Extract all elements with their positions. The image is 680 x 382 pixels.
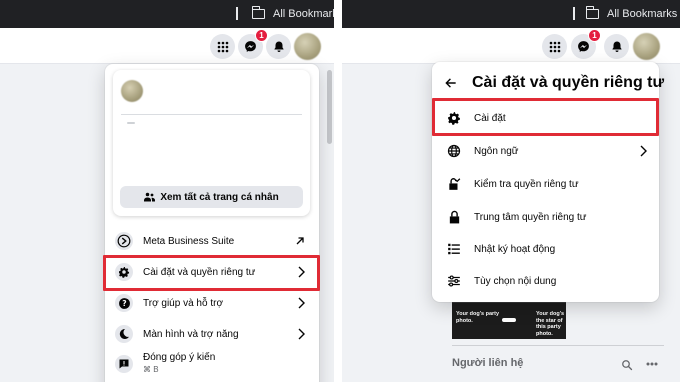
activity-log-icon [444,239,464,259]
menu-item-label: Trợ giúp và hỗ trợ [143,297,223,309]
menu-button[interactable] [210,34,235,59]
menu-button[interactable] [542,34,567,59]
promo-card[interactable]: Your dog's party photo. Your dog's the s… [452,303,566,339]
help-icon: ? [115,294,133,312]
bookmarks-separator [236,7,238,20]
menu-item-language[interactable]: Ngôn ngữ [432,140,659,162]
menu-item-content-preferences[interactable]: Tùy chọn nội dung [432,270,659,292]
menu-item-label: Tùy chọn nội dung [474,275,557,287]
account-menu: Xem tất cả trang cá nhân Meta Business S… [105,64,319,382]
page-scrollbar[interactable] [327,70,332,144]
menu-item-label: Nhật ký hoạt động [474,243,556,255]
facebook-top-bar: 1 [0,28,334,64]
folder-icon [252,6,265,19]
highlight-box [432,98,659,136]
menu-grid-icon [217,41,228,52]
menu-item-display-accessibility[interactable]: Màn hình và trợ năng [105,324,319,344]
chevron-right-icon [298,328,305,340]
messenger-button[interactable]: 1 [238,29,268,59]
menu-item-activity-log[interactable]: Nhật ký hoạt động [432,238,659,260]
profile-card: Xem tất cả trang cá nhân [113,70,310,216]
menu-item-help-support[interactable]: ? Trợ giúp và hỗ trợ [105,293,319,313]
menu-item-label: Đóng góp ý kiến [143,352,216,363]
more-options-icon[interactable] [646,362,658,366]
all-bookmarks-button[interactable]: All Bookmarks [586,6,677,22]
lock-icon [444,207,464,227]
menu-item-meta-business-suite[interactable]: Meta Business Suite [105,231,319,251]
settings-privacy-header: Cài đặt và quyền riêng tư [444,74,664,92]
messenger-button[interactable]: 1 [571,29,601,59]
all-bookmarks-button[interactable]: All Bookmarks [252,6,334,22]
contacts-divider [452,345,664,346]
promo-text-left: Your dog's party photo. [456,311,500,324]
bookmarks-bar: All Bookmarks [342,0,680,28]
messenger-badge: 1 [255,29,268,42]
panel-divider [334,0,342,382]
moon-icon [115,325,133,343]
contacts-heading: Người liên hệ [452,357,524,369]
right-screenshot-panel: All Bookmarks 1 Your dog's party photo. … [342,0,680,382]
keyboard-shortcut: ⌘ B [143,365,159,374]
bell-icon [612,41,621,52]
chevron-right-icon [640,145,647,157]
feedback-icon [115,355,133,373]
bookmarks-bar: All Bookmarks [0,0,334,28]
all-bookmarks-label: All Bookmarks [607,8,678,20]
people-icon [144,192,156,202]
menu-grid-icon [549,41,560,52]
search-icon[interactable] [621,359,633,371]
facebook-top-bar: 1 [342,28,680,64]
svg-text:?: ? [122,299,126,308]
meta-business-suite-icon [115,232,133,250]
profile-card-placeholder [127,122,135,124]
notifications-button[interactable] [266,34,291,59]
menu-item-label: Trung tâm quyền riêng tư [474,211,587,223]
promo-button [502,318,516,322]
menu-item-label: Kiểm tra quyền riêng tư [474,178,579,190]
chevron-right-icon [298,297,305,309]
bell-icon [274,41,283,52]
promo-text-right: Your dog's the star of this party photo. [536,311,565,337]
sliders-icon [444,271,464,291]
account-avatar[interactable] [294,33,321,60]
all-bookmarks-label: All Bookmarks [273,8,334,20]
profile-avatar[interactable] [121,80,143,102]
menu-item-label: Meta Business Suite [143,235,235,247]
menu-item-label: Ngôn ngữ [474,145,519,157]
globe-icon [444,141,464,161]
profile-card-divider [121,114,302,115]
left-screenshot-panel: All Bookmarks 1 [0,0,334,382]
account-avatar[interactable] [633,33,660,60]
messenger-icon [578,41,589,52]
back-arrow-icon[interactable] [444,76,458,90]
menu-item-label-group: Đóng góp ý kiến ⌘ B [143,352,215,374]
external-arrow-icon [296,237,304,245]
notifications-button[interactable] [604,34,629,59]
menu-item-privacy-checkup[interactable]: Kiểm tra quyền riêng tư [432,173,659,195]
menu-item-label: Màn hình và trợ năng [143,328,239,340]
menu-item-privacy-center[interactable]: Trung tâm quyền riêng tư [432,206,659,228]
folder-icon [586,6,599,19]
bookmarks-separator [573,7,575,20]
highlight-box [103,255,320,291]
see-all-profiles-button[interactable]: Xem tất cả trang cá nhân [120,186,303,208]
see-all-profiles-label: Xem tất cả trang cá nhân [160,191,279,203]
page-title: Cài đặt và quyền riêng tư [472,74,665,91]
lock-check-icon [444,174,464,194]
menu-item-feedback[interactable]: Đóng góp ý kiến ⌘ B [105,352,319,378]
messenger-icon [245,41,256,52]
messenger-badge: 1 [588,29,601,42]
